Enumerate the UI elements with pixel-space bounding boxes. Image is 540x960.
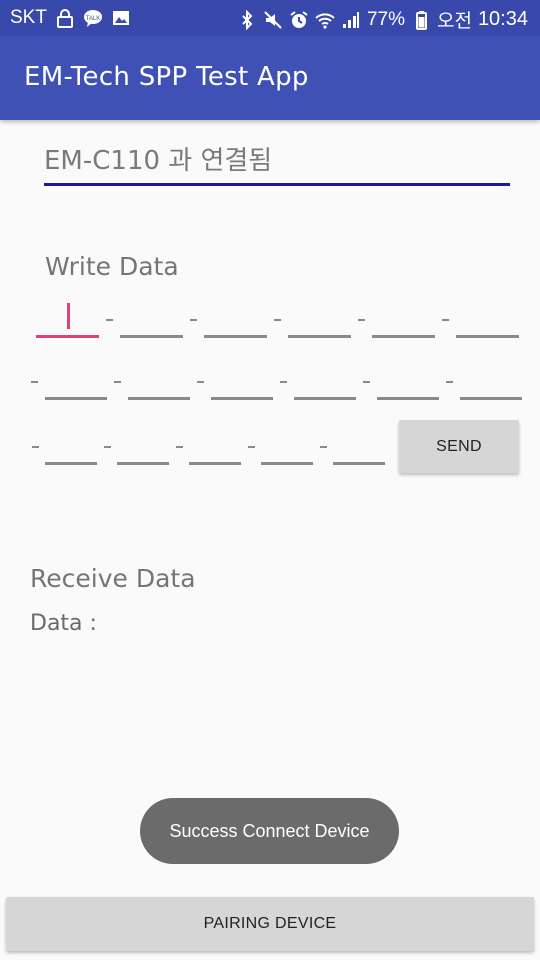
write-data-input-8[interactable] — [128, 397, 190, 400]
gallery-icon — [111, 8, 131, 28]
status-bar: SKT TALK 77% 오전 10:34 — [0, 0, 540, 36]
separator-dash — [31, 446, 39, 448]
write-data-input-2[interactable] — [120, 335, 183, 338]
separator-dash — [363, 381, 370, 383]
separator-dash — [197, 381, 204, 383]
write-data-input-1[interactable] — [36, 335, 99, 338]
send-button[interactable]: SEND — [399, 420, 519, 473]
connection-status-text: EM-C110 과 연결됨 — [44, 146, 273, 176]
separator-dash — [442, 319, 449, 321]
separator-dash — [31, 381, 38, 383]
separator-dash — [114, 381, 121, 383]
write-data-input-6[interactable] — [456, 335, 519, 338]
clock: 10:34 — [477, 8, 528, 30]
write-data-title: Write Data — [45, 252, 179, 281]
separator-dash — [280, 381, 287, 383]
connection-status-field[interactable]: EM-C110 과 연결됨 — [44, 138, 510, 186]
separator-dash — [175, 446, 183, 448]
receive-data-label: Data : — [30, 611, 97, 636]
lock-icon — [55, 8, 75, 28]
text-cursor — [66, 303, 70, 329]
status-bar-left: SKT TALK — [10, 7, 131, 29]
app-title: EM-Tech SPP Test App — [24, 62, 309, 92]
pairing-device-button[interactable]: PAIRING DEVICE — [6, 897, 534, 951]
battery-icon — [411, 10, 431, 30]
write-data-input-15[interactable] — [189, 462, 241, 465]
separator-dash — [274, 319, 281, 321]
separator-dash — [358, 319, 365, 321]
write-data-input-9[interactable] — [211, 397, 273, 400]
talk-icon: TALK — [83, 8, 103, 28]
separator-dash — [446, 381, 453, 383]
time-period: 오전 — [436, 11, 472, 32]
separator-dash — [103, 446, 111, 448]
mute-icon — [263, 10, 283, 30]
write-data-input-4[interactable] — [288, 335, 351, 338]
alarm-icon — [289, 10, 309, 30]
separator-dash — [319, 446, 327, 448]
write-data-input-10[interactable] — [294, 397, 356, 400]
write-data-input-7[interactable] — [45, 397, 107, 400]
separator-dash — [190, 319, 197, 321]
write-data-input-12[interactable] — [460, 397, 522, 400]
write-data-input-5[interactable] — [372, 335, 435, 338]
bluetooth-icon — [237, 9, 257, 30]
write-data-input-17[interactable] — [333, 462, 385, 465]
separator-dash — [247, 446, 255, 448]
write-data-input-3[interactable] — [204, 335, 267, 338]
app-bar: EM-Tech SPP Test App — [0, 36, 540, 120]
wifi-icon — [315, 10, 335, 30]
svg-text:TALK: TALK — [86, 16, 101, 22]
carrier-label: SKT — [10, 7, 47, 28]
receive-data-title: Receive Data — [30, 564, 196, 593]
write-data-input-11[interactable] — [377, 397, 439, 400]
write-data-input-13[interactable] — [45, 462, 97, 465]
battery-percent: 77% — [366, 8, 405, 30]
status-bar-right: 77% 오전 10:34 — [237, 6, 528, 33]
signal-icon — [341, 10, 361, 30]
write-data-input-14[interactable] — [117, 462, 169, 465]
separator-dash — [106, 319, 113, 321]
toast-message: Success Connect Device — [140, 798, 399, 864]
write-data-input-16[interactable] — [261, 462, 313, 465]
